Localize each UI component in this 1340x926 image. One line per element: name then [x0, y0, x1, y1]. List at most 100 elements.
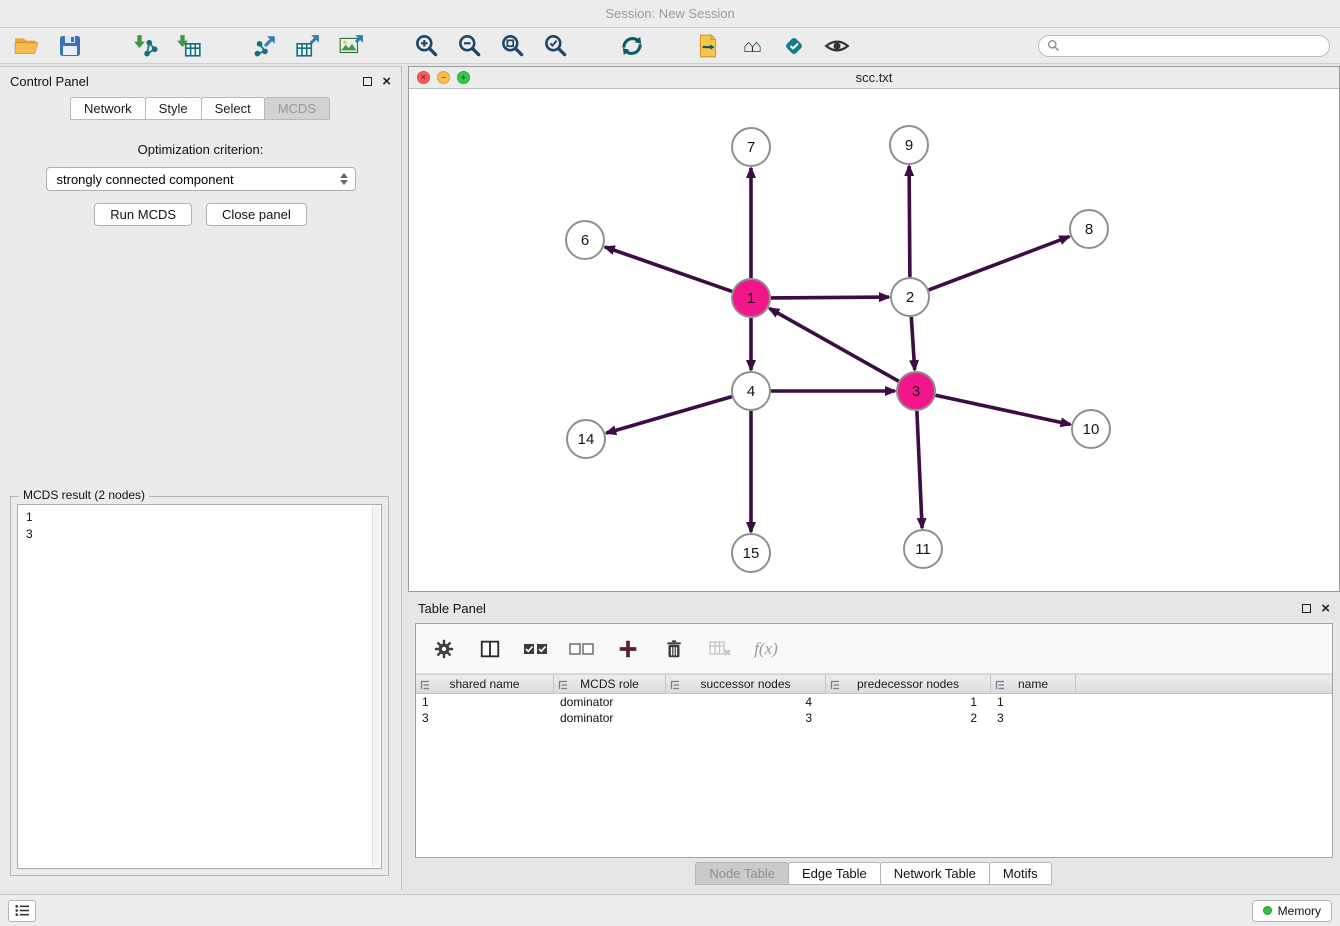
zoom-window-icon[interactable]: +: [457, 71, 470, 84]
graph-node-8[interactable]: 8: [1070, 210, 1108, 248]
tab-motifs[interactable]: Motifs: [989, 862, 1052, 885]
delete-column-button[interactable]: [660, 635, 688, 663]
mcds-result-title: MCDS result (2 nodes): [19, 488, 149, 502]
table-cell: 4: [666, 695, 826, 709]
graph-edge-1-6[interactable]: [605, 247, 732, 292]
graph-node-7[interactable]: 7: [732, 128, 770, 166]
svg-text:8: 8: [1085, 221, 1093, 238]
network-canvas[interactable]: 7 9 6 8 1 2 4 3 14 10 15 11: [409, 89, 1339, 591]
deselect-all-button[interactable]: [568, 635, 596, 663]
function-builder-button[interactable]: f(x): [752, 635, 780, 663]
graph-node-10[interactable]: 10: [1072, 410, 1110, 448]
table-row[interactable]: 1dominator411: [416, 694, 1332, 710]
network-window-titlebar[interactable]: ✕ − + scc.txt: [409, 67, 1339, 89]
style-check-icon: [782, 34, 806, 58]
column-header[interactable]: shared name: [416, 675, 554, 693]
tab-style[interactable]: Style: [145, 97, 202, 120]
svg-text:14: 14: [578, 431, 595, 448]
close-panel-button[interactable]: Close panel: [206, 203, 307, 226]
open-session-button[interactable]: [12, 31, 42, 61]
export-network-icon: [252, 33, 278, 59]
table-cell: 1: [826, 695, 991, 709]
refresh-view-button[interactable]: [617, 31, 647, 61]
graph-node-2[interactable]: 2: [891, 278, 929, 316]
graph-node-14[interactable]: 14: [567, 420, 605, 458]
tab-node-table[interactable]: Node Table: [695, 862, 789, 885]
search-input[interactable]: [1065, 37, 1321, 54]
graph-edge-2-8[interactable]: [929, 237, 1070, 290]
float-panel-icon[interactable]: [363, 77, 372, 86]
graph-node-6[interactable]: 6: [566, 221, 604, 259]
tab-mcds[interactable]: MCDS: [264, 97, 330, 120]
graph-node-4[interactable]: 4: [732, 372, 770, 410]
column-header[interactable]: predecessor nodes: [826, 675, 991, 693]
graph-node-1[interactable]: 1: [732, 279, 770, 317]
svg-text:6: 6: [581, 232, 589, 249]
control-panel-header: Control Panel ×: [0, 67, 401, 95]
column-header[interactable]: MCDS role: [554, 675, 666, 693]
table-cell: dominator: [554, 695, 666, 709]
export-network-button[interactable]: [250, 31, 280, 61]
add-column-button[interactable]: [614, 635, 642, 663]
import-table-button[interactable]: [174, 31, 204, 61]
close-table-panel-icon[interactable]: ×: [1321, 601, 1330, 616]
show-columns-button[interactable]: [476, 635, 504, 663]
zoom-in-icon: [414, 33, 440, 59]
tab-edge-table[interactable]: Edge Table: [788, 862, 881, 885]
toggle-graphics-details-button[interactable]: [822, 31, 852, 61]
close-window-icon[interactable]: ✕: [417, 71, 430, 84]
zoom-selected-icon: [543, 33, 569, 59]
network-window-title: scc.txt: [856, 70, 893, 85]
window-title: Session: New Session: [605, 6, 734, 21]
fx-icon: f(x): [754, 639, 778, 659]
tab-network-table[interactable]: Network Table: [880, 862, 990, 885]
column-header[interactable]: name: [991, 675, 1076, 693]
memory-button[interactable]: Memory: [1252, 900, 1332, 922]
first-neighbors-button[interactable]: [693, 31, 723, 61]
graph-node-3[interactable]: 3: [897, 372, 935, 410]
graph-edge-1-2[interactable]: [771, 297, 889, 298]
apply-style-button[interactable]: [779, 31, 809, 61]
zoom-in-button[interactable]: [412, 31, 442, 61]
table-row[interactable]: 3dominator323: [416, 710, 1332, 726]
close-panel-icon[interactable]: ×: [382, 74, 391, 89]
graph-edge-3-11[interactable]: [917, 411, 922, 528]
graph-node-15[interactable]: 15: [732, 534, 770, 572]
zoom-out-button[interactable]: [455, 31, 485, 61]
column-header[interactable]: successor nodes: [666, 675, 826, 693]
float-table-panel-icon[interactable]: [1302, 604, 1311, 613]
tab-select[interactable]: Select: [201, 97, 265, 120]
minimize-window-icon[interactable]: −: [437, 71, 450, 84]
graph-edge-3-1[interactable]: [769, 308, 898, 381]
delete-table-button[interactable]: [706, 635, 734, 663]
graph-node-11[interactable]: 11: [904, 530, 942, 568]
table-mode-button[interactable]: [430, 635, 458, 663]
result-scrollbar[interactable]: [372, 506, 380, 867]
select-all-button[interactable]: [522, 635, 550, 663]
eye-icon: [824, 33, 850, 59]
home-layout-button[interactable]: ⌂⌂: [736, 31, 766, 61]
graph-edge-2-3[interactable]: [911, 317, 914, 370]
export-table-button[interactable]: [293, 31, 323, 61]
columns-icon: [479, 638, 501, 660]
run-mcds-button[interactable]: Run MCDS: [94, 203, 192, 226]
export-image-button[interactable]: [336, 31, 366, 61]
mcds-result-box[interactable]: 13: [17, 504, 382, 869]
graph-edge-3-10[interactable]: [936, 395, 1071, 424]
svg-text:11: 11: [915, 541, 931, 558]
tab-network[interactable]: Network: [70, 97, 146, 120]
graph-node-9[interactable]: 9: [890, 126, 928, 164]
zoom-fit-button[interactable]: [498, 31, 528, 61]
graph-edge-2-9[interactable]: [909, 166, 910, 277]
select-stepper-icon: [337, 173, 351, 185]
table-cell: 1: [416, 695, 554, 709]
criterion-select[interactable]: strongly connected component: [46, 167, 356, 191]
graph-edge-4-14[interactable]: [606, 397, 732, 434]
save-session-button[interactable]: [55, 31, 85, 61]
network-graph[interactable]: 7 9 6 8 1 2 4 3 14 10 15 11: [409, 89, 1339, 591]
task-history-button[interactable]: [8, 900, 36, 922]
export-image-icon: [338, 33, 364, 59]
zoom-selected-button[interactable]: [541, 31, 571, 61]
import-network-button[interactable]: [131, 31, 161, 61]
search-box[interactable]: [1038, 35, 1330, 57]
